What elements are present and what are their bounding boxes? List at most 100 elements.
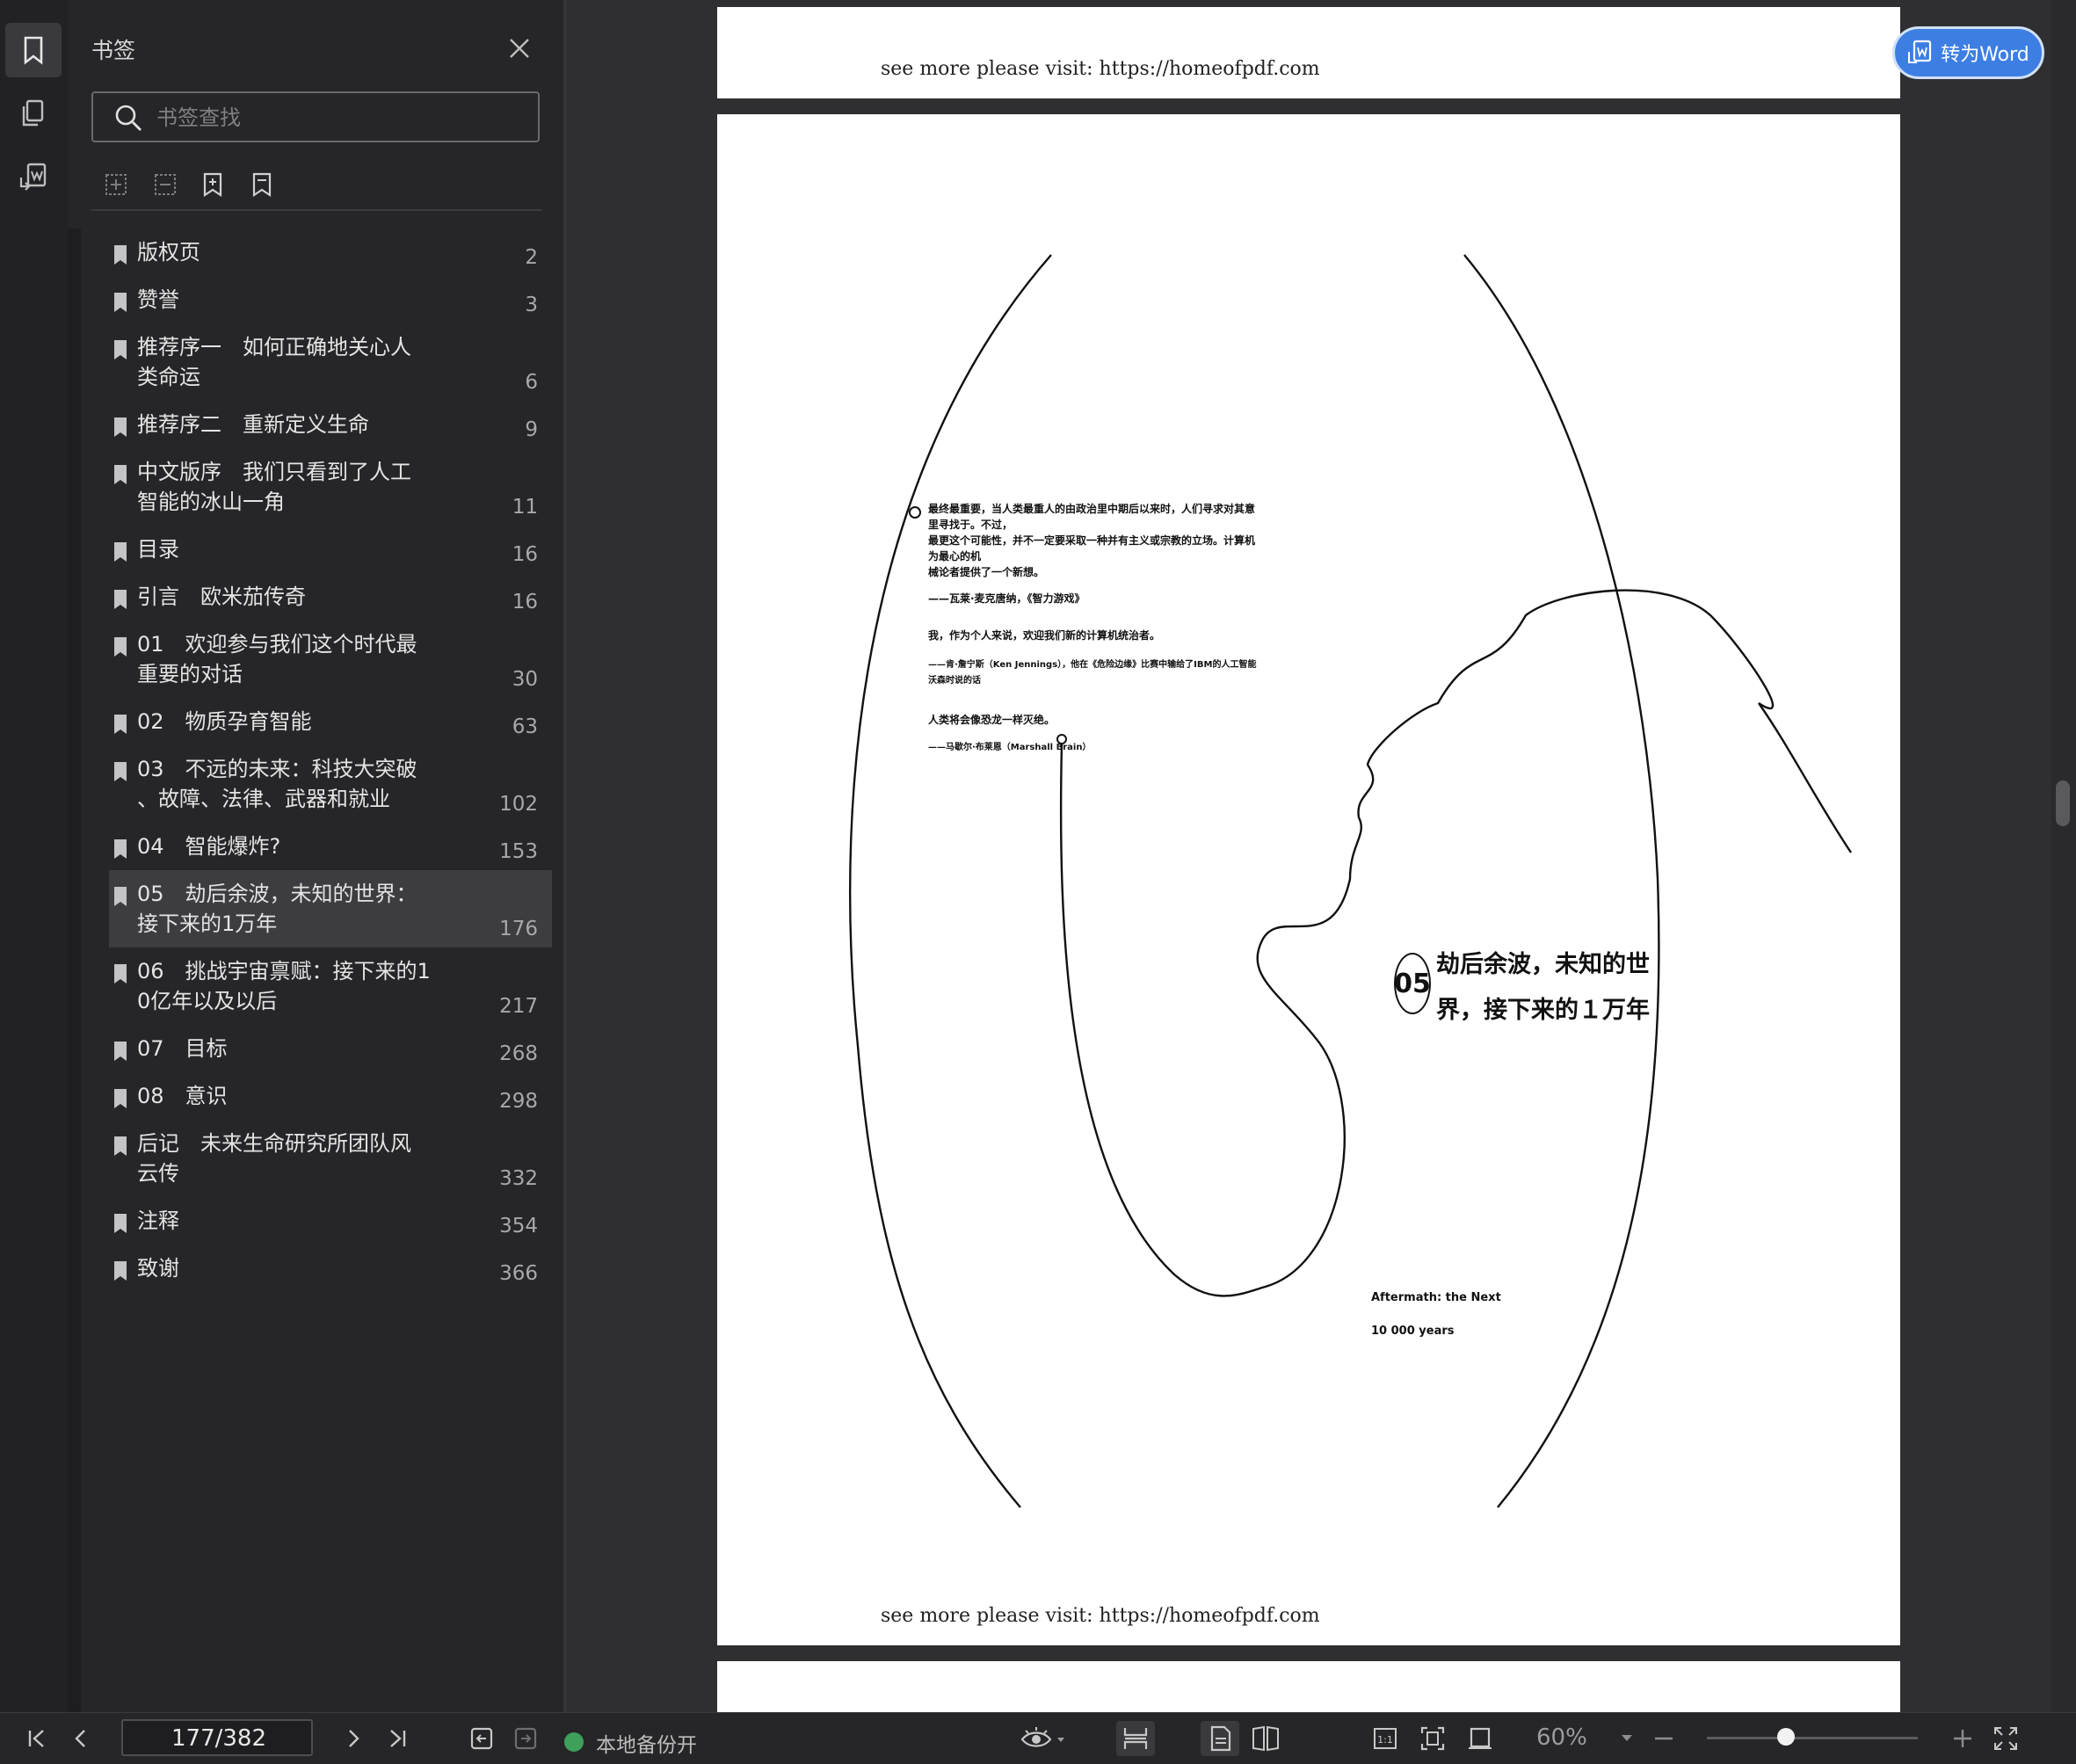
bookmark-item[interactable]: 推荐序二 重新定义生命 9 — [109, 401, 552, 448]
last-page-button[interactable] — [381, 1721, 413, 1756]
two-page-button[interactable] — [1246, 1721, 1285, 1756]
zoom-slider-track[interactable] — [1707, 1737, 1918, 1739]
page-number-input[interactable] — [123, 1721, 315, 1756]
convert-panel-button[interactable] — [5, 149, 62, 204]
chapter-title: 劫后余波，未知的世 — [1436, 951, 1650, 978]
bookmark-icon — [114, 1042, 127, 1061]
quote-attribution: ——肯·詹宁斯（Ken Jennings），他在《危险边缘》比赛中输给了IBM的… — [928, 660, 1257, 686]
chapter-english-title: Aftermath: the Next — [1371, 1291, 1501, 1304]
expand-all-button[interactable] — [98, 167, 134, 202]
convert-to-word-button[interactable]: 转为Word — [1892, 26, 2044, 79]
bookmark-search-input[interactable] — [155, 102, 527, 134]
zoom-slider-handle[interactable] — [1777, 1728, 1795, 1746]
bookmark-list: 版权页 2 赞誉 3 推荐序一 如何正确地关心人 类命运 6 推荐序二 重新定义生命 9 中文版… — [109, 229, 552, 1292]
bookmark-item[interactable]: 赞誉 3 — [109, 276, 552, 323]
close-icon — [510, 39, 529, 58]
search-icon — [115, 105, 142, 131]
bookmark-item[interactable]: 致谢 366 — [109, 1245, 552, 1292]
bookmark-panel-button[interactable] — [5, 23, 62, 77]
bookmark-page-number: 63 — [512, 715, 538, 738]
bookmark-icon — [114, 417, 127, 437]
bookmark-page-number: 11 — [512, 496, 538, 519]
thumbnail-panel-button[interactable] — [5, 86, 62, 141]
left-icon-rail — [0, 0, 69, 1712]
bookmark-page-number: 268 — [499, 1042, 538, 1065]
collapse-all-icon — [155, 174, 176, 195]
edit-bookmark-button[interactable] — [244, 167, 279, 202]
bookmark-label: 04 智能爆炸? — [137, 834, 281, 859]
back-icon — [470, 1727, 493, 1750]
page-footer-link[interactable]: see more please visit: https://homeofpdf… — [881, 58, 1320, 80]
vertical-scrollbar[interactable] — [2051, 0, 2076, 1712]
fullscreen-button[interactable] — [1990, 1721, 2022, 1756]
zoom-level[interactable]: 60% — [1536, 1724, 1587, 1751]
bookmark-icon — [114, 637, 127, 657]
bookmark-icon — [114, 1214, 127, 1233]
bookmark-icon — [114, 964, 127, 984]
bookmark-icon — [114, 590, 127, 609]
bookmark-page-number: 354 — [499, 1215, 538, 1238]
bookmark-item[interactable]: 后记 未来生命研究所团队风 云传 332 — [109, 1120, 552, 1197]
bookmark-item[interactable]: 05 劫后余波，未知的世界： 接下来的1万年 176 — [109, 870, 552, 947]
quote-attribution: ——马歇尔·布莱恩（Marshall Brain） — [928, 743, 1092, 752]
fit-page-icon — [1420, 1726, 1445, 1751]
bookmark-item[interactable]: 06 挑战宇宙禀赋：接下来的1 0亿年以及以后 217 — [109, 947, 552, 1025]
bookmark-item[interactable]: 注释 354 — [109, 1197, 552, 1245]
page-footer-link[interactable]: see more please visit: https://homeofpdf… — [881, 1605, 1320, 1627]
fit-width-button[interactable] — [1463, 1721, 1498, 1756]
bookmark-item[interactable]: 01 欢迎参与我们这个时代最 重要的对话 30 — [109, 621, 552, 698]
bookmark-page-number: 217 — [499, 995, 538, 1018]
bookmark-icon — [114, 293, 127, 312]
minus-icon — [1655, 1737, 1673, 1740]
bookmark-item[interactable]: 中文版序 我们只看到了人工 智能的冰山一角 11 — [109, 448, 552, 526]
bookmark-page-number: 2 — [525, 246, 538, 269]
eye-protection-button[interactable] — [1018, 1721, 1069, 1756]
continuous-scroll-button[interactable] — [1116, 1721, 1155, 1756]
fullscreen-icon — [1994, 1727, 2017, 1750]
convert-to-word-label: 转为Word — [1941, 44, 2029, 66]
quote-text: 械论者提供了一个新想。 — [928, 566, 1045, 578]
chapter-number: 05 — [1394, 953, 1431, 1014]
scrollbar-thumb[interactable] — [2056, 780, 2070, 826]
chapter-title: 界，接下来的１万年 — [1436, 997, 1650, 1024]
last-page-icon — [390, 1730, 406, 1747]
bookmark-label: 推荐序二 重新定义生命 — [137, 412, 369, 437]
bookmark-icon — [114, 715, 127, 734]
bookmark-item[interactable]: 03 不远的未来：科技大突破 、故障、法律、武器和就业 102 — [109, 745, 552, 823]
zoom-dropdown-button[interactable] — [1617, 1721, 1637, 1756]
bookmark-item[interactable]: 目录 16 — [109, 526, 552, 573]
quote-text: 最更这个可能性，并不一定要采取一种并有主义或宗教的立场。计算机为最心的机 — [928, 534, 1256, 563]
bookmark-label: 06 挑战宇宙禀赋：接下来的1 0亿年以及以后 — [137, 959, 431, 1013]
bookmark-item[interactable]: 07 目标 268 — [109, 1025, 552, 1072]
bookmark-label: 版权页 — [137, 240, 200, 265]
bookmark-icon — [114, 1089, 127, 1108]
bookmark-item[interactable]: 02 物质孕育智能 63 — [109, 698, 552, 745]
bookmark-item[interactable]: 引言 欧米茄传奇 16 — [109, 573, 552, 621]
fit-page-button[interactable] — [1415, 1721, 1450, 1756]
bookmark-item[interactable]: 版权页 2 — [109, 229, 552, 276]
panel-divider — [91, 209, 541, 211]
eye-icon — [1020, 1727, 1064, 1747]
add-bookmark-button[interactable] — [195, 167, 230, 202]
zoom-out-button[interactable] — [1649, 1721, 1679, 1756]
go-forward-button[interactable] — [510, 1721, 541, 1756]
actual-size-icon: 1:1 — [1374, 1728, 1397, 1749]
bookmark-item[interactable]: 08 意识 298 — [109, 1072, 552, 1120]
next-page-button[interactable] — [338, 1721, 369, 1756]
bookmark-item[interactable]: 04 智能爆炸? 153 — [109, 823, 552, 870]
bookmark-label: 推荐序一 如何正确地关心人 类命运 — [137, 335, 411, 389]
previous-page-button[interactable] — [65, 1721, 97, 1756]
go-back-button[interactable] — [466, 1721, 497, 1756]
zoom-in-button[interactable] — [1948, 1721, 1978, 1756]
actual-size-button[interactable]: 1:1 — [1368, 1721, 1403, 1756]
pages-icon — [22, 99, 44, 127]
collapse-all-button[interactable] — [148, 167, 183, 202]
close-panel-button[interactable] — [504, 33, 534, 63]
fit-width-icon — [1469, 1727, 1492, 1749]
bookmark-label: 引言 欧米茄传奇 — [137, 584, 306, 609]
first-page-button[interactable] — [21, 1721, 53, 1756]
single-page-button[interactable] — [1201, 1721, 1239, 1756]
bookmark-item[interactable]: 推荐序一 如何正确地关心人 类命运 6 — [109, 323, 552, 401]
backup-status-label[interactable]: 本地备份开 — [596, 1728, 697, 1758]
svg-text:1:1: 1:1 — [1377, 1734, 1393, 1746]
